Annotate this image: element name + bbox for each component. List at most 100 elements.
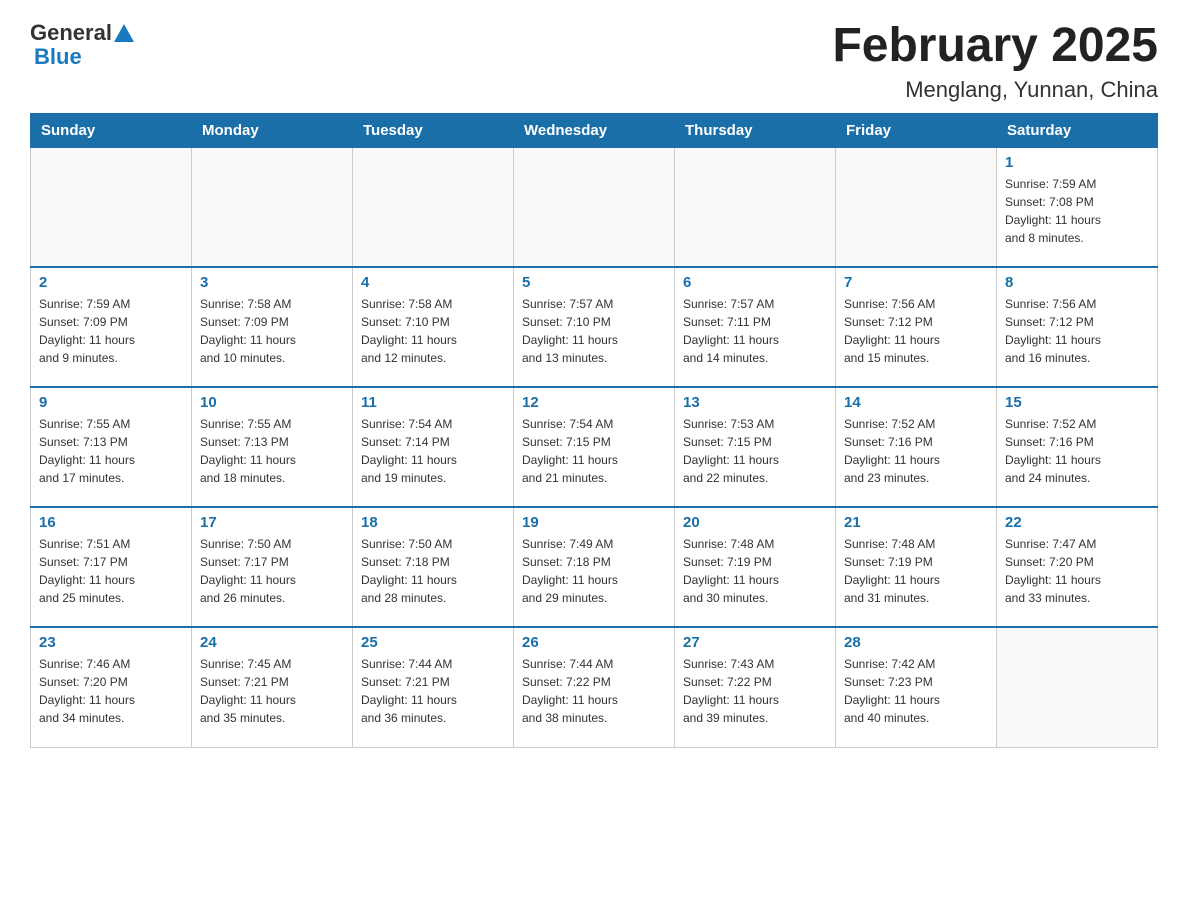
day-info: Sunrise: 7:59 AM Sunset: 7:09 PM Dayligh… [39, 295, 183, 367]
day-info: Sunrise: 7:47 AM Sunset: 7:20 PM Dayligh… [1005, 535, 1149, 607]
day-info: Sunrise: 7:44 AM Sunset: 7:21 PM Dayligh… [361, 655, 505, 727]
day-info: Sunrise: 7:52 AM Sunset: 7:16 PM Dayligh… [844, 415, 988, 487]
logo-general-text: General [30, 20, 112, 46]
day-number: 4 [361, 274, 505, 291]
day-number: 7 [844, 274, 988, 291]
weekday-header-wednesday: Wednesday [514, 113, 675, 147]
calendar-cell: 18 Sunrise: 7:50 AM Sunset: 7:18 PM Dayli… [353, 507, 514, 627]
logo-triangle-icon [114, 24, 134, 42]
day-number: 18 [361, 514, 505, 531]
calendar-week-row: 23 Sunrise: 7:46 AM Sunset: 7:20 PM Dayli… [31, 627, 1158, 747]
day-number: 14 [844, 394, 988, 411]
weekday-header-tuesday: Tuesday [353, 113, 514, 147]
calendar-cell: 25 Sunrise: 7:44 AM Sunset: 7:21 PM Dayli… [353, 627, 514, 747]
page-header: General Blue February 2025 Menglang, Yun… [30, 20, 1158, 103]
day-info: Sunrise: 7:54 AM Sunset: 7:15 PM Dayligh… [522, 415, 666, 487]
calendar-title-block: February 2025 Menglang, Yunnan, China [832, 20, 1158, 103]
calendar-cell: 9 Sunrise: 7:55 AM Sunset: 7:13 PM Daylig… [31, 387, 192, 507]
calendar-cell [836, 147, 997, 267]
calendar-cell: 22 Sunrise: 7:47 AM Sunset: 7:20 PM Dayli… [997, 507, 1158, 627]
day-number: 15 [1005, 394, 1149, 411]
weekday-header-monday: Monday [192, 113, 353, 147]
day-number: 28 [844, 634, 988, 651]
weekday-header-sunday: Sunday [31, 113, 192, 147]
day-number: 25 [361, 634, 505, 651]
calendar-cell: 23 Sunrise: 7:46 AM Sunset: 7:20 PM Dayli… [31, 627, 192, 747]
calendar-cell: 24 Sunrise: 7:45 AM Sunset: 7:21 PM Dayli… [192, 627, 353, 747]
day-number: 21 [844, 514, 988, 531]
calendar-cell: 11 Sunrise: 7:54 AM Sunset: 7:14 PM Dayli… [353, 387, 514, 507]
day-info: Sunrise: 7:57 AM Sunset: 7:11 PM Dayligh… [683, 295, 827, 367]
day-number: 3 [200, 274, 344, 291]
day-info: Sunrise: 7:42 AM Sunset: 7:23 PM Dayligh… [844, 655, 988, 727]
day-info: Sunrise: 7:50 AM Sunset: 7:17 PM Dayligh… [200, 535, 344, 607]
calendar-cell: 8Sunrise: 7:56 AM Sunset: 7:12 PM Daylig… [997, 267, 1158, 387]
calendar-table: SundayMondayTuesdayWednesdayThursdayFrid… [30, 113, 1158, 748]
day-info: Sunrise: 7:50 AM Sunset: 7:18 PM Dayligh… [361, 535, 505, 607]
calendar-cell: 2Sunrise: 7:59 AM Sunset: 7:09 PM Daylig… [31, 267, 192, 387]
calendar-cell [192, 147, 353, 267]
calendar-cell: 6 Sunrise: 7:57 AM Sunset: 7:11 PM Daylig… [675, 267, 836, 387]
calendar-cell: 17Sunrise: 7:50 AM Sunset: 7:17 PM Dayli… [192, 507, 353, 627]
calendar-cell: 26 Sunrise: 7:44 AM Sunset: 7:22 PM Dayli… [514, 627, 675, 747]
calendar-cell: 16 Sunrise: 7:51 AM Sunset: 7:17 PM Dayli… [31, 507, 192, 627]
day-number: 6 [683, 274, 827, 291]
calendar-cell: 10 Sunrise: 7:55 AM Sunset: 7:13 PM Dayli… [192, 387, 353, 507]
day-info: Sunrise: 7:49 AM Sunset: 7:18 PM Dayligh… [522, 535, 666, 607]
day-info: Sunrise: 7:56 AM Sunset: 7:12 PM Dayligh… [844, 295, 988, 367]
calendar-cell [31, 147, 192, 267]
day-number: 19 [522, 514, 666, 531]
day-info: Sunrise: 7:51 AM Sunset: 7:17 PM Dayligh… [39, 535, 183, 607]
day-info: Sunrise: 7:48 AM Sunset: 7:19 PM Dayligh… [844, 535, 988, 607]
day-info: Sunrise: 7:53 AM Sunset: 7:15 PM Dayligh… [683, 415, 827, 487]
day-number: 11 [361, 394, 505, 411]
day-info: Sunrise: 7:58 AM Sunset: 7:09 PM Dayligh… [200, 295, 344, 367]
day-number: 12 [522, 394, 666, 411]
calendar-cell: 7 Sunrise: 7:56 AM Sunset: 7:12 PM Daylig… [836, 267, 997, 387]
calendar-cell: 19 Sunrise: 7:49 AM Sunset: 7:18 PM Dayli… [514, 507, 675, 627]
day-number: 24 [200, 634, 344, 651]
day-number: 13 [683, 394, 827, 411]
day-info: Sunrise: 7:43 AM Sunset: 7:22 PM Dayligh… [683, 655, 827, 727]
calendar-subtitle: Menglang, Yunnan, China [832, 77, 1158, 103]
day-info: Sunrise: 7:44 AM Sunset: 7:22 PM Dayligh… [522, 655, 666, 727]
calendar-week-row: 1 Sunrise: 7:59 AM Sunset: 7:08 PM Daylig… [31, 147, 1158, 267]
day-number: 16 [39, 514, 183, 531]
calendar-cell: 28 Sunrise: 7:42 AM Sunset: 7:23 PM Dayli… [836, 627, 997, 747]
day-number: 26 [522, 634, 666, 651]
calendar-cell [675, 147, 836, 267]
calendar-title: February 2025 [832, 20, 1158, 73]
calendar-week-row: 9 Sunrise: 7:55 AM Sunset: 7:13 PM Daylig… [31, 387, 1158, 507]
day-info: Sunrise: 7:58 AM Sunset: 7:10 PM Dayligh… [361, 295, 505, 367]
calendar-cell: 13 Sunrise: 7:53 AM Sunset: 7:15 PM Dayli… [675, 387, 836, 507]
calendar-week-row: 2Sunrise: 7:59 AM Sunset: 7:09 PM Daylig… [31, 267, 1158, 387]
day-info: Sunrise: 7:55 AM Sunset: 7:13 PM Dayligh… [200, 415, 344, 487]
calendar-week-row: 16 Sunrise: 7:51 AM Sunset: 7:17 PM Dayli… [31, 507, 1158, 627]
day-info: Sunrise: 7:55 AM Sunset: 7:13 PM Dayligh… [39, 415, 183, 487]
day-number: 10 [200, 394, 344, 411]
weekday-header-thursday: Thursday [675, 113, 836, 147]
day-number: 5 [522, 274, 666, 291]
calendar-cell: 15Sunrise: 7:52 AM Sunset: 7:16 PM Dayli… [997, 387, 1158, 507]
day-number: 22 [1005, 514, 1149, 531]
logo: General Blue [30, 20, 134, 70]
calendar-cell: 14 Sunrise: 7:52 AM Sunset: 7:16 PM Dayli… [836, 387, 997, 507]
logo-blue-text: Blue [34, 44, 82, 70]
day-number: 23 [39, 634, 183, 651]
day-info: Sunrise: 7:57 AM Sunset: 7:10 PM Dayligh… [522, 295, 666, 367]
day-info: Sunrise: 7:46 AM Sunset: 7:20 PM Dayligh… [39, 655, 183, 727]
calendar-cell: 12 Sunrise: 7:54 AM Sunset: 7:15 PM Dayli… [514, 387, 675, 507]
weekday-header-friday: Friday [836, 113, 997, 147]
calendar-cell: 3 Sunrise: 7:58 AM Sunset: 7:09 PM Daylig… [192, 267, 353, 387]
calendar-cell [514, 147, 675, 267]
weekday-header-saturday: Saturday [997, 113, 1158, 147]
day-info: Sunrise: 7:54 AM Sunset: 7:14 PM Dayligh… [361, 415, 505, 487]
day-info: Sunrise: 7:45 AM Sunset: 7:21 PM Dayligh… [200, 655, 344, 727]
calendar-cell: 21 Sunrise: 7:48 AM Sunset: 7:19 PM Dayli… [836, 507, 997, 627]
calendar-cell [353, 147, 514, 267]
day-number: 1 [1005, 154, 1149, 171]
day-info: Sunrise: 7:59 AM Sunset: 7:08 PM Dayligh… [1005, 175, 1149, 247]
day-number: 8 [1005, 274, 1149, 291]
calendar-cell: 27Sunrise: 7:43 AM Sunset: 7:22 PM Dayli… [675, 627, 836, 747]
day-number: 9 [39, 394, 183, 411]
